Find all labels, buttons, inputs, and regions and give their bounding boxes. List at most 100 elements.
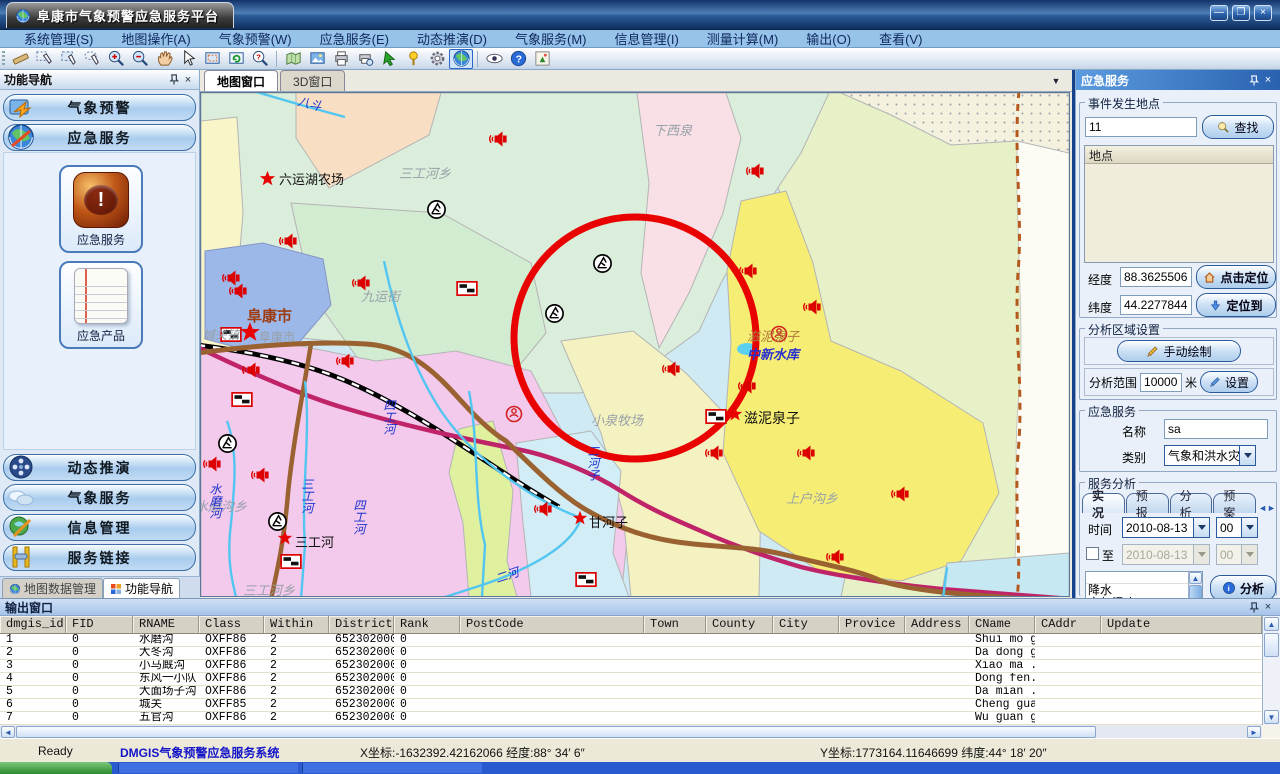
column-header[interactable]: Provice (839, 616, 905, 634)
zoom-in-icon[interactable] (104, 49, 128, 69)
column-header[interactable]: Town (644, 616, 706, 634)
location-search-input[interactable] (1085, 117, 1197, 137)
table-row[interactable]: 50大面场子沟OXFF8626523020000Da mian ... (0, 686, 1262, 699)
help-icon[interactable]: ? (506, 49, 530, 69)
os-taskbar[interactable] (0, 762, 1280, 774)
emergency-product-button[interactable]: 应急产品 (59, 261, 143, 349)
range-input[interactable] (1140, 373, 1182, 392)
station-icon[interactable] (546, 305, 563, 322)
pointer-icon[interactable] (176, 49, 200, 69)
accordion-emergency-service[interactable]: 应急服务 (3, 124, 196, 151)
service-name-input[interactable] (1164, 419, 1268, 439)
close-button[interactable]: × (1254, 5, 1272, 21)
column-header[interactable]: PostCode (460, 616, 644, 634)
menu-item-measure[interactable]: 测量计算(M) (693, 29, 793, 48)
close-panel-icon[interactable]: × (1261, 600, 1275, 614)
column-header[interactable]: City (773, 616, 839, 634)
table-row[interactable]: 60城关OXFF8526523020000Cheng guan (0, 699, 1262, 712)
tab-function-navigation[interactable]: 功能导航 (103, 578, 180, 598)
menu-item-weather-warning[interactable]: 气象预警(W) (205, 29, 306, 48)
column-header[interactable]: RNAME (133, 616, 199, 634)
zoom-out-icon[interactable] (128, 49, 152, 69)
combo-arrow-icon[interactable] (1193, 518, 1209, 537)
flag-icon[interactable] (576, 573, 596, 586)
tab-scroll-right-icon[interactable]: ► (1267, 503, 1276, 513)
pan-hand-icon[interactable] (152, 49, 176, 69)
longitude-input[interactable] (1120, 267, 1192, 287)
column-header[interactable]: Address (905, 616, 969, 634)
tab-live[interactable]: 实况 (1082, 493, 1125, 513)
table-row[interactable]: 40东风一小队OXFF8626523020000Dong fen... (0, 673, 1262, 686)
accordion-dynamic-deduction[interactable]: 动态推演 (3, 454, 196, 481)
restore-button[interactable]: ❐ (1232, 5, 1250, 21)
tab-scroll-left-icon[interactable]: ◄ (1258, 503, 1267, 513)
accordion-service-links[interactable]: 服务链接 (3, 544, 196, 571)
pin-icon[interactable] (167, 73, 181, 87)
accordion-weather-warning[interactable]: 气象预警 (3, 94, 196, 121)
close-panel-icon[interactable]: × (1261, 73, 1275, 87)
column-header[interactable]: Update (1101, 616, 1262, 634)
table-row[interactable]: 70五官沟OXFF8626523020000Wu guan gou (0, 712, 1262, 725)
station-icon[interactable] (594, 255, 611, 272)
placemark-icon[interactable] (401, 49, 425, 69)
close-panel-icon[interactable]: × (181, 73, 195, 87)
column-header[interactable]: District (329, 616, 394, 634)
station-icon[interactable] (219, 435, 236, 452)
column-header[interactable]: Within (264, 616, 329, 634)
minimize-button[interactable]: — (1210, 5, 1228, 21)
print-icon[interactable] (329, 49, 353, 69)
search-button[interactable]: 查找 (1202, 115, 1274, 139)
select-rect-icon[interactable] (56, 49, 80, 69)
taskbar-item[interactable] (302, 763, 482, 773)
ruler-icon[interactable] (8, 49, 32, 69)
map-layers-icon[interactable] (281, 49, 305, 69)
column-header[interactable]: Rank (394, 616, 460, 634)
to-checkbox[interactable] (1086, 547, 1099, 560)
export-image-icon[interactable] (530, 49, 554, 69)
flag-icon[interactable] (706, 410, 726, 423)
pin-icon[interactable] (1247, 600, 1261, 614)
station-icon[interactable] (428, 201, 445, 218)
date-combo[interactable]: 2010-08-13 (1122, 517, 1210, 538)
set-range-button[interactable]: 设置 (1200, 371, 1258, 393)
tab-map-window[interactable]: 地图窗口 (204, 70, 278, 91)
manual-draw-button[interactable]: 手动绘制 (1117, 340, 1241, 362)
map-svg[interactable]: 八斗 六运湖农场 三工河乡 下西泉 阜康市 城关镇 阜康市 九运街 小泉牧场 滋… (201, 93, 1070, 597)
full-extent-icon[interactable] (200, 49, 224, 69)
horizontal-scrollbar[interactable]: ◄ ► (0, 725, 1262, 739)
select-lasso-icon[interactable] (80, 49, 104, 69)
station-icon[interactable] (269, 513, 286, 530)
location-list[interactable]: 地点 (1084, 145, 1274, 263)
tab-3d-window[interactable]: 3D窗口 (280, 70, 345, 91)
hour-combo[interactable]: 00 (1216, 517, 1258, 538)
vertical-scrollbar[interactable]: ▲ ▼ (1262, 616, 1280, 725)
image-scene-icon[interactable] (305, 49, 329, 69)
taskbar-item[interactable] (118, 763, 298, 773)
flag-icon[interactable] (457, 282, 477, 295)
accordion-weather-service[interactable]: 气象服务 (3, 484, 196, 511)
flag-icon[interactable] (232, 393, 252, 406)
click-locate-button[interactable]: 点击定位 (1196, 265, 1276, 289)
column-header[interactable]: FID (66, 616, 133, 634)
identify-icon[interactable]: ? (248, 49, 272, 69)
print-preview-icon[interactable] (353, 49, 377, 69)
table-row[interactable]: 20大冬沟OXFF8626523020000Da dong gou (0, 647, 1262, 660)
tab-map-data-management[interactable]: 地图数据管理 (2, 578, 103, 598)
tab-analysis[interactable]: 分析 (1170, 493, 1213, 513)
latitude-input[interactable] (1120, 295, 1192, 315)
green-arrow-icon[interactable] (377, 49, 401, 69)
menu-item-dynamic[interactable]: 动态推演(D) (403, 29, 501, 48)
emergency-service-button[interactable]: ! 应急服务 (59, 165, 143, 253)
start-button[interactable] (0, 762, 112, 774)
flag-icon[interactable] (281, 555, 301, 568)
settings-gear-icon[interactable] (425, 49, 449, 69)
column-header[interactable]: dmgis_id (0, 616, 66, 634)
combo-arrow-icon[interactable] (1239, 446, 1255, 465)
tab-forecast[interactable]: 预报 (1126, 493, 1169, 513)
locate-to-button[interactable]: 定位到 (1196, 293, 1276, 317)
hour-to-combo[interactable]: 00 (1216, 544, 1258, 565)
select-cursor-icon[interactable] (32, 49, 56, 69)
combo-arrow-icon[interactable] (1241, 518, 1257, 537)
column-header[interactable]: CAddr (1035, 616, 1101, 634)
table-row[interactable]: 10水磨沟OXFF8626523020000Shui mo gou (0, 634, 1262, 647)
